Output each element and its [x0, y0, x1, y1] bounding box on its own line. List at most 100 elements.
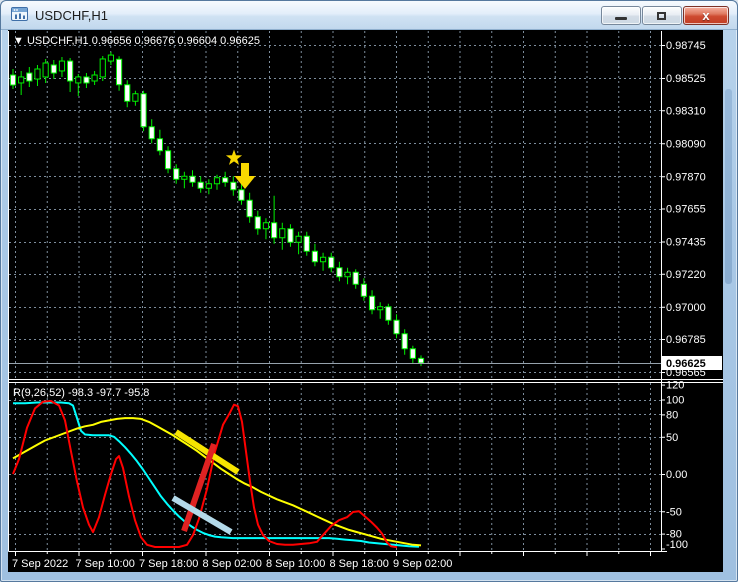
bear-candle — [238, 189, 245, 201]
bear-candle — [303, 235, 310, 252]
oscillator-axis-label: 0.00 — [666, 469, 687, 481]
price-axis-label: 0.96785 — [666, 334, 706, 346]
bear-candle — [385, 306, 392, 321]
bull-candle — [58, 60, 66, 72]
restore-icon — [657, 11, 666, 20]
time-axis-label: 7 Sep 18:00 — [139, 558, 198, 570]
window-border-strip — [725, 89, 732, 284]
time-axis-label: 7 Sep 10:00 — [76, 558, 135, 570]
bear-candle — [254, 216, 261, 230]
bear-candle — [115, 58, 123, 86]
bull-candle — [319, 256, 327, 263]
bear-candle — [336, 267, 343, 278]
oscillator-axis-label: 50 — [666, 432, 678, 444]
bull-candle — [205, 183, 212, 189]
price-axis[interactable]: 0.98745 0.98525 0.98310 0.98090 0.97870 0.976… — [662, 40, 722, 379]
bear-candle — [360, 283, 367, 297]
bear-candle — [287, 228, 294, 243]
price-axis-label: 0.97435 — [666, 237, 706, 249]
grid — [9, 31, 661, 551]
bear-candle — [368, 295, 376, 311]
chart-window-icon — [11, 7, 28, 21]
window-controls: x — [601, 6, 729, 25]
bull-candle — [34, 68, 41, 80]
time-axis[interactable]: 7 Sep 2022 7 Sep 10:00 7 Sep 18:00 8 Sep 02… — [12, 552, 651, 570]
bear-candle — [156, 138, 163, 152]
bull-candle — [75, 76, 82, 84]
time-axis-label: 7 Sep 2022 — [12, 558, 68, 570]
candlestick-series — [9, 52, 425, 367]
price-axis-label: 0.97870 — [666, 171, 706, 183]
bear-candle — [189, 175, 196, 183]
minimize-icon — [615, 17, 627, 20]
price-axis-label: 0.97000 — [666, 302, 706, 314]
close-icon: x — [702, 8, 710, 23]
bull-candle — [279, 228, 286, 239]
bull-candle — [262, 222, 270, 230]
minimize-button[interactable] — [601, 6, 641, 25]
bear-candle — [328, 256, 335, 269]
chart-client-area[interactable]: 0.98745 0.98525 0.98310 0.98090 0.97870 0.976… — [8, 30, 723, 572]
mt4-chart-window: USDCHF,H1 x 0.98745 0.98525 0.98310 0.98090… — [0, 0, 738, 582]
oscillator-axis-label: -50 — [666, 506, 682, 518]
bear-candle — [311, 250, 319, 263]
indicator-label: R(9,26,52) -98.3 -97.7 -95.8 — [13, 387, 149, 399]
oscillator-axis-label: -100 — [666, 539, 688, 551]
bull-candle — [91, 74, 98, 82]
price-axis-label: 0.98310 — [666, 105, 706, 117]
bear-candle — [9, 74, 17, 86]
star-icon[interactable] — [225, 149, 243, 165]
bear-candle — [50, 64, 57, 74]
bear-candle — [271, 222, 278, 239]
bull-candle — [42, 62, 49, 78]
pane-headers: ▼ USDCHF,H1 0.96656 0.96676 0.96604 0.96… — [13, 35, 260, 399]
current-price-label: 0.96625 — [666, 358, 706, 370]
time-axis-label: 8 Sep 10:00 — [266, 558, 325, 570]
trendline-objects[interactable] — [171, 429, 240, 535]
oscillator-axis[interactable]: 12010080500.00-50-80-100 — [662, 380, 688, 551]
oscillator-axis-label: 80 — [666, 409, 678, 421]
price-axis-label: 0.98090 — [666, 138, 706, 150]
window-titlebar[interactable]: USDCHF,H1 x — [1, 1, 737, 30]
bear-candle — [417, 357, 425, 364]
price-axis-label: 0.97220 — [666, 269, 706, 281]
bear-candle — [26, 72, 33, 82]
window-title: USDCHF,H1 — [35, 8, 108, 23]
bear-candle — [124, 84, 131, 102]
chart-canvas[interactable]: 0.98745 0.98525 0.98310 0.98090 0.97870 0.976… — [8, 30, 723, 572]
bear-candle — [164, 150, 172, 170]
bear-candle — [173, 168, 180, 180]
bull-candle — [181, 175, 188, 180]
price-axis-label: 0.97655 — [666, 204, 706, 216]
bear-candle — [140, 93, 147, 128]
time-axis-label: 8 Sep 18:00 — [330, 558, 389, 570]
bull-candle — [99, 58, 106, 78]
close-button[interactable]: x — [683, 6, 729, 25]
bull-candle — [18, 76, 25, 84]
price-axis-label: 0.98525 — [666, 73, 706, 85]
trendline-object[interactable] — [171, 495, 233, 535]
bull-candle — [377, 306, 384, 311]
time-axis-label: 8 Sep 02:00 — [203, 558, 262, 570]
bull-candle — [344, 271, 351, 278]
maximize-button[interactable] — [642, 6, 682, 25]
bull-candle — [295, 235, 302, 243]
bull-candle — [132, 93, 139, 102]
price-axis-label: 0.98745 — [666, 40, 706, 52]
oscillator-axis-label: 120 — [666, 380, 684, 392]
symbol-ohlc-label: ▼ USDCHF,H1 0.96656 0.96676 0.96604 0.96… — [13, 35, 260, 47]
bull-candle — [213, 177, 221, 185]
bear-candle — [230, 181, 237, 191]
bear-candle — [246, 199, 253, 218]
bear-candle — [67, 60, 74, 82]
bear-candle — [409, 348, 416, 359]
bear-candle — [352, 271, 359, 285]
bear-candle — [393, 319, 400, 335]
bear-candle — [222, 177, 229, 183]
bear-candle — [148, 126, 155, 140]
bear-candle — [83, 76, 90, 84]
time-axis-label: 9 Sep 02:00 — [393, 558, 452, 570]
oscillator-axis-label: 100 — [666, 395, 684, 407]
bear-candle — [197, 181, 204, 189]
bull-candle — [107, 54, 115, 62]
